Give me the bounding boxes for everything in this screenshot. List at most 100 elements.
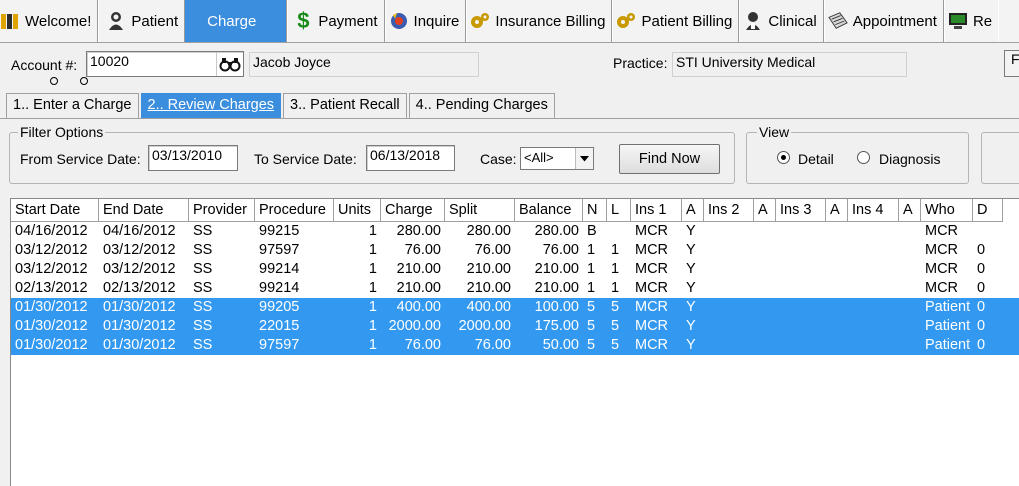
tab-patient-recall[interactable]: 3.. Patient Recall (283, 93, 407, 118)
table-cell: 210.00 (396, 261, 441, 277)
table-row[interactable]: 01/30/2012 01/30/2012 SS 97597 1 76.00 76.00 50… (11, 336, 1019, 355)
column-header[interactable]: A (899, 199, 921, 222)
to-date-label: To Service Date: (254, 151, 357, 167)
toolbar-insurance-billing[interactable]: Insurance Billing (466, 0, 613, 42)
column-header[interactable]: Units (334, 199, 381, 222)
toolbar-clinical[interactable]: Clinical (739, 0, 824, 42)
table-cell: MCR (635, 318, 669, 334)
column-header[interactable]: Ins 1 (631, 199, 682, 222)
table-cell: 210.00 (466, 261, 511, 277)
toolbar-reports[interactable]: Re (944, 0, 998, 42)
table-cell (754, 298, 776, 317)
clinical-icon (743, 11, 763, 31)
column-header[interactable]: A (826, 199, 848, 222)
table-cell (776, 279, 826, 298)
table-cell (848, 260, 899, 279)
column-header[interactable]: N (583, 199, 607, 222)
column-header[interactable]: Procedure (255, 199, 334, 222)
case-select[interactable]: <All> (520, 147, 594, 170)
monitor-icon (948, 11, 968, 31)
table-cell (704, 336, 754, 355)
table-cell: MCR (925, 280, 959, 296)
chevron-down-icon[interactable] (575, 148, 593, 169)
table-cell (754, 336, 776, 355)
toolbar-welcome[interactable]: Welcome! (0, 0, 99, 42)
table-row[interactable]: 03/12/2012 03/12/2012 SS 97597 1 76.00 76.00 76… (11, 241, 1019, 260)
toolbar-payment-label: Payment (318, 12, 378, 30)
table-cell (826, 241, 848, 260)
table-cell: 0 (977, 280, 986, 296)
from-date-field[interactable]: 03/13/2010 (148, 145, 238, 171)
table-cell (899, 298, 921, 317)
table-cell: 02/13/2012 (15, 280, 88, 296)
table-cell (754, 241, 776, 260)
gear-icon (470, 11, 490, 31)
edge-button[interactable]: F (1004, 50, 1019, 77)
binoculars-icon[interactable] (216, 52, 243, 76)
table-cell (973, 222, 1003, 241)
table-cell: 1 (368, 318, 377, 334)
toolbar-inquire[interactable]: Inquire (385, 0, 467, 42)
toolbar-appointment[interactable]: Appointment (824, 0, 944, 42)
table-cell: 99214 (259, 280, 300, 296)
tab-review-charges[interactable]: 2.. Review Charges (140, 93, 282, 118)
column-header[interactable]: D (973, 199, 1003, 222)
toolbar-patient-billing[interactable]: Patient Billing (612, 0, 740, 42)
table-cell (704, 279, 754, 298)
table-cell (826, 279, 848, 298)
table-cell: 76.00 (542, 242, 579, 258)
column-header[interactable]: Split (445, 199, 515, 222)
column-header[interactable]: A (682, 199, 704, 222)
table-row[interactable]: 04/16/2012 04/16/2012 SS 99215 1 280.00 280.00… (11, 222, 1019, 241)
account-number-value: 10020 (90, 53, 129, 69)
find-now-button[interactable]: Find Now (619, 144, 720, 174)
table-cell: 01/30/2012 (15, 318, 88, 334)
find-now-label: Find Now (638, 151, 701, 167)
table-cell: 99215 (259, 223, 300, 239)
table-cell: 175.00 (534, 318, 579, 334)
table-cell (899, 241, 921, 260)
column-header[interactable]: Ins 4 (848, 199, 899, 222)
toolbar-charge[interactable]: Charge (185, 0, 288, 42)
column-header[interactable]: Ins 3 (776, 199, 826, 222)
table-cell: 76.00 (474, 337, 511, 353)
column-header[interactable]: A (754, 199, 776, 222)
column-header[interactable]: Provider (189, 199, 255, 222)
toolbar-patient-label: Patient (131, 12, 179, 30)
tab-label: 2.. Review Charges (147, 97, 275, 113)
table-row[interactable]: 02/13/2012 02/13/2012 SS 99214 1 210.00 210.00… (11, 279, 1019, 298)
table-cell (776, 336, 826, 355)
table-cell: B (587, 223, 597, 239)
column-header[interactable]: Ins 2 (704, 199, 754, 222)
charges-grid[interactable]: Start Date End Date Provider Procedure Units… (10, 198, 1019, 486)
view-detail-radio[interactable] (777, 151, 790, 164)
table-cell: 0 (977, 318, 986, 334)
toolbar-patient[interactable]: Patient (98, 0, 186, 42)
tab-enter-charge[interactable]: 1.. Enter a Charge (6, 93, 139, 118)
table-cell: 01/30/2012 (103, 337, 176, 353)
column-header[interactable]: Balance (515, 199, 583, 222)
table-row[interactable]: 01/30/2012 01/30/2012 SS 99205 1 400.00 400.00… (11, 298, 1019, 317)
table-row[interactable]: 03/12/2012 03/12/2012 SS 99214 1 210.00 210.00… (11, 260, 1019, 279)
to-date-field[interactable]: 06/13/2018 (366, 145, 455, 171)
table-cell: 02/13/2012 (103, 280, 176, 296)
column-header[interactable]: End Date (99, 199, 189, 222)
column-header[interactable]: L (607, 199, 631, 222)
table-cell: 01/30/2012 (15, 299, 88, 315)
column-header[interactable]: Start Date (11, 199, 99, 222)
table-row[interactable]: 01/30/2012 01/30/2012 SS 22015 1 2000.00 2000.… (11, 317, 1019, 336)
toolbar-payment[interactable]: $ Payment (287, 0, 385, 42)
view-diagnosis-radio[interactable] (857, 151, 870, 164)
table-cell: 5 (611, 299, 620, 315)
column-header[interactable]: Charge (381, 199, 445, 222)
table-cell (826, 298, 848, 317)
table-cell: 97597 (259, 242, 300, 258)
table-cell (754, 260, 776, 279)
tab-pending-charges[interactable]: 4.. Pending Charges (408, 93, 555, 118)
table-cell: 400.00 (466, 299, 511, 315)
view-diagnosis-label: Diagnosis (879, 151, 941, 167)
tab-label: 1.. Enter a Charge (13, 97, 132, 113)
column-header[interactable]: Who (921, 199, 973, 222)
table-cell: 03/12/2012 (15, 261, 88, 277)
table-cell: Y (686, 261, 696, 277)
